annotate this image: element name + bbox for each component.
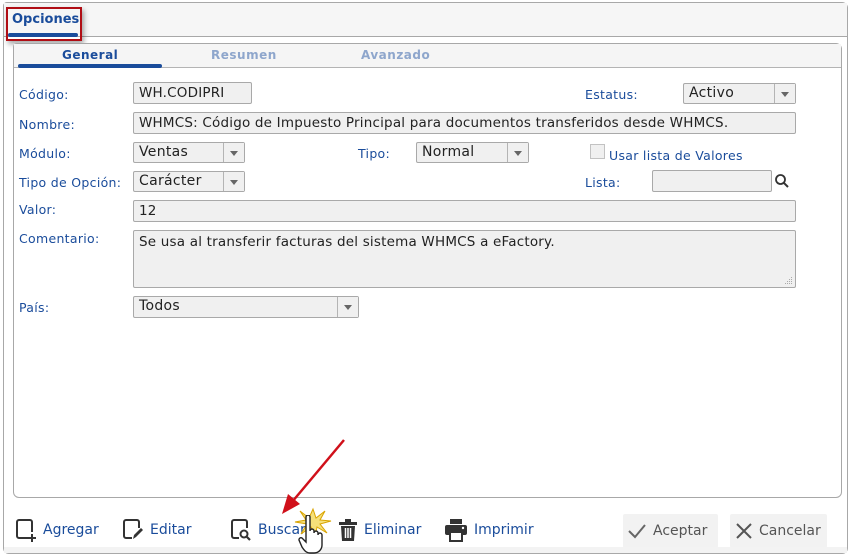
valor-field[interactable]: 12 bbox=[133, 200, 796, 222]
tipo-opcion-label: Tipo de Opción: bbox=[19, 175, 122, 190]
agregar-label: Agregar bbox=[43, 522, 99, 538]
imprimir-label: Imprimir bbox=[474, 522, 534, 538]
estatus-label: Estatus: bbox=[585, 87, 638, 102]
printer-icon bbox=[445, 519, 467, 542]
tab-resumen[interactable]: Resumen bbox=[211, 48, 277, 62]
lista-field[interactable] bbox=[652, 170, 772, 192]
usar-lista-label: Usar lista de Valores bbox=[609, 148, 743, 163]
lista-label: Lista: bbox=[585, 175, 621, 190]
codigo-label: Código: bbox=[19, 87, 69, 102]
pais-value: Todos bbox=[139, 298, 180, 314]
annotation-highlight-box bbox=[6, 7, 82, 41]
pais-label: País: bbox=[19, 300, 50, 315]
chevron-down-icon[interactable] bbox=[337, 297, 358, 317]
usar-lista-checkbox[interactable] bbox=[590, 144, 605, 159]
tipo-select[interactable]: Normal bbox=[416, 142, 529, 163]
nombre-label: Nombre: bbox=[19, 117, 75, 132]
chevron-down-icon[interactable] bbox=[223, 143, 244, 162]
imprimir-button[interactable]: Imprimir bbox=[444, 516, 534, 544]
trash-icon bbox=[339, 519, 357, 541]
annotation-arrow-icon bbox=[282, 439, 345, 514]
search-icon[interactable] bbox=[774, 173, 790, 189]
active-inner-tab-indicator bbox=[18, 64, 162, 68]
agregar-button[interactable]: Agregar bbox=[15, 516, 99, 544]
cancelar-button[interactable]: Cancelar bbox=[730, 514, 827, 548]
estatus-value: Activo bbox=[689, 85, 735, 101]
chevron-down-icon[interactable] bbox=[507, 143, 528, 162]
aceptar-label: Aceptar bbox=[653, 523, 708, 539]
outer-tab-bar bbox=[4, 3, 847, 37]
chevron-down-icon[interactable] bbox=[223, 172, 244, 191]
tab-general[interactable]: General bbox=[62, 48, 118, 62]
estatus-select[interactable]: Activo bbox=[683, 83, 796, 104]
cancelar-label: Cancelar bbox=[759, 523, 821, 539]
eliminar-label: Eliminar bbox=[364, 522, 422, 538]
tipo-opcion-value: Carácter bbox=[139, 173, 202, 189]
comentario-textarea[interactable]: Se usa al transferir facturas del sistem… bbox=[133, 230, 796, 288]
add-document-icon bbox=[16, 519, 36, 542]
edit-document-icon bbox=[123, 519, 143, 539]
editar-button[interactable]: Editar bbox=[122, 516, 191, 544]
modulo-label: Módulo: bbox=[19, 146, 71, 161]
editar-label: Editar bbox=[150, 522, 192, 538]
aceptar-button[interactable]: Aceptar bbox=[623, 514, 718, 548]
chevron-down-icon[interactable] bbox=[774, 84, 795, 103]
hand-cursor-icon bbox=[298, 515, 323, 554]
comentario-label: Comentario: bbox=[19, 231, 100, 246]
tipo-label: Tipo: bbox=[358, 146, 391, 161]
tipo-value: Normal bbox=[422, 144, 475, 160]
tab-avanzado[interactable]: Avanzado bbox=[361, 48, 430, 62]
pais-select[interactable]: Todos bbox=[133, 296, 359, 318]
nombre-field[interactable]: WHMCS: Código de Impuesto Principal para… bbox=[133, 112, 796, 134]
valor-label: Valor: bbox=[19, 202, 57, 217]
search-document-icon bbox=[231, 519, 251, 541]
resize-handle-icon[interactable] bbox=[784, 276, 793, 285]
bottom-strip bbox=[4, 547, 847, 553]
modulo-select[interactable]: Ventas bbox=[133, 142, 245, 163]
modulo-value: Ventas bbox=[139, 144, 189, 160]
eliminar-button[interactable]: Eliminar bbox=[338, 516, 421, 544]
close-icon bbox=[736, 523, 752, 539]
codigo-field[interactable]: WH.CODIPRI bbox=[133, 82, 252, 104]
tipo-opcion-select[interactable]: Carácter bbox=[133, 171, 245, 192]
checkmark-icon bbox=[628, 524, 646, 539]
